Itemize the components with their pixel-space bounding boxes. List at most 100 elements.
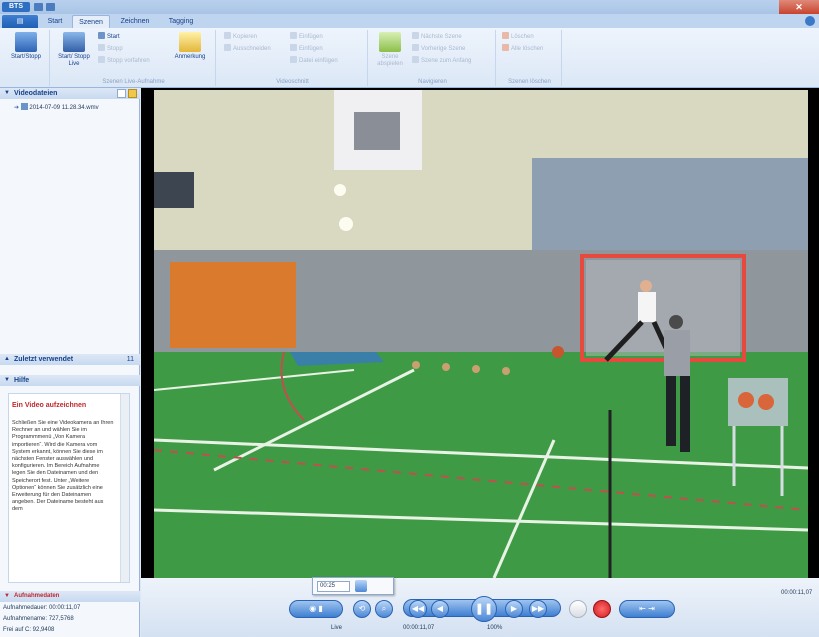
- scene-start-icon: [412, 56, 419, 63]
- go-icon[interactable]: [355, 580, 367, 592]
- arrow-right-icon: ➔: [14, 105, 20, 111]
- szene-zum-anfang-button[interactable]: Szene zum Anfang: [412, 56, 471, 65]
- forward-fast-button[interactable]: ▶▶: [529, 600, 547, 618]
- recent-header[interactable]: ▲ Zuletzt verwendet 11: [0, 354, 140, 365]
- help-scrollbar[interactable]: [120, 394, 129, 582]
- orange-mat: [170, 262, 296, 348]
- ribbon-group-navigieren: Szene abspielen Nächste Szene Vorherige …: [370, 30, 496, 86]
- record-button[interactable]: [593, 600, 611, 618]
- stop-forward-icon: [98, 56, 105, 63]
- stopp-vorfahren-button[interactable]: Stopp vorfahren: [98, 56, 150, 65]
- open-folder-icon[interactable]: [128, 89, 137, 98]
- record-off-icon[interactable]: [569, 600, 587, 618]
- collapse-arrow-icon: ▲: [4, 356, 10, 362]
- ribbon-tabs: ▤ Start Szenen Zeichnen Tagging: [0, 14, 819, 28]
- player-head: [669, 315, 683, 329]
- stopp-button[interactable]: Stopp: [98, 44, 123, 53]
- ball-icon: [502, 367, 510, 375]
- scene-nav-button[interactable]: ⇤ ⇥: [619, 600, 675, 618]
- video-scene: [154, 90, 808, 578]
- anmerkung-button[interactable]: Anmerkung: [168, 30, 212, 61]
- collapse-arrow-icon: ▼: [4, 90, 10, 96]
- datei-einfuegen-button[interactable]: Datei einfügen: [290, 56, 338, 65]
- live-label: Live: [331, 625, 343, 631]
- note-pencil-icon: [179, 32, 201, 52]
- player-leg: [680, 376, 690, 452]
- ribbon-group-record: Start/Stopp: [2, 30, 50, 86]
- time-popup: 00:25: [312, 577, 394, 595]
- start-button[interactable]: Start: [98, 32, 120, 41]
- ribbon: Start/Stopp Start/ Stopp Live Start Stop…: [0, 28, 819, 88]
- stop-icon: [98, 44, 105, 51]
- aufnahme-frei: Frei auf C: 92,9408: [3, 627, 55, 633]
- rewind-fast-button[interactable]: ◀◀: [409, 600, 427, 618]
- time-input[interactable]: 00:25: [317, 581, 350, 592]
- start-stopp-button[interactable]: Start/Stopp: [6, 30, 46, 61]
- collapse-arrow-icon: ▼: [4, 593, 10, 599]
- video-area: [141, 88, 819, 578]
- next-scene-icon: [412, 32, 419, 39]
- window-frame: [354, 112, 400, 150]
- prev-scene-icon: [412, 44, 419, 51]
- copy-icon: [224, 32, 231, 39]
- group-label-loeschen: Szenen löschen: [508, 79, 551, 85]
- help-header[interactable]: ▼ Hilfe: [0, 375, 140, 386]
- tab-szenen[interactable]: Szenen: [72, 15, 110, 28]
- einfuegen-2-button[interactable]: Einfügen: [290, 44, 323, 53]
- tab-zeichnen[interactable]: Zeichnen: [112, 15, 158, 28]
- player-leg: [666, 376, 676, 446]
- app-logo: BTS: [2, 2, 30, 12]
- zoom-level[interactable]: 100%: [487, 625, 502, 631]
- vorherige-szene-button[interactable]: Vorherige Szene: [412, 44, 465, 53]
- undo-icon[interactable]: [46, 3, 55, 11]
- file-insert-icon: [290, 56, 297, 63]
- recent-count: 11: [126, 356, 134, 363]
- title-bar: BTS ✕: [0, 0, 819, 14]
- tab-start[interactable]: Start: [40, 15, 70, 28]
- naechste-szene-button[interactable]: Nächste Szene: [412, 32, 462, 41]
- rewind-button[interactable]: ◀: [431, 600, 449, 618]
- help-content: Ein Video aufzeichnen Schließen Sie eine…: [8, 393, 130, 583]
- playback-controls: ◉ ▮ Live ⟲ ⌕ ◀◀ ◀ ❚❚ ▶ ▶▶ 00:00:11,07 10…: [141, 578, 819, 637]
- paste-icon: [290, 44, 297, 51]
- file-list-item[interactable]: ➔ 2014-07-09 11.28.34.wmv: [14, 103, 99, 111]
- ausschneiden-button[interactable]: Ausschneiden: [224, 44, 271, 53]
- player: [664, 330, 690, 376]
- einfuegen-button[interactable]: Einfügen: [290, 32, 323, 41]
- pause-button[interactable]: ❚❚: [471, 596, 497, 622]
- ball-icon: [442, 363, 450, 371]
- scoreboard: [154, 172, 194, 208]
- aufnahme-header[interactable]: ▼ Aufnahmedaten: [0, 591, 140, 602]
- kopieren-button[interactable]: Kopieren: [224, 32, 257, 41]
- play-icon: [98, 32, 105, 39]
- video-frame[interactable]: [154, 90, 808, 578]
- videodateien-header[interactable]: ▼ Videodateien: [0, 88, 140, 99]
- close-button[interactable]: ✕: [779, 0, 819, 14]
- camera-record-icon: [15, 32, 37, 52]
- live-button[interactable]: ◉ ▮: [289, 600, 343, 618]
- left-panel: ▼ Videodateien ➔ 2014-07-09 11.28.34.wmv…: [0, 88, 140, 637]
- ball-icon: [758, 394, 774, 410]
- ball-icon: [412, 361, 420, 369]
- help-text: Schließen Sie eine Videokamera an Ihren …: [12, 420, 114, 513]
- delete-icon: [502, 32, 509, 39]
- ball-icon: [552, 346, 564, 358]
- help-icon[interactable]: [805, 16, 815, 26]
- save-icon[interactable]: [34, 3, 43, 11]
- collapse-arrow-icon: ▼: [4, 377, 10, 383]
- alle-loeschen-button[interactable]: Alle löschen: [502, 44, 543, 53]
- szene-abspielen-button[interactable]: Szene abspielen: [372, 30, 408, 68]
- ball-icon: [738, 392, 754, 408]
- file-menu-button[interactable]: ▤: [2, 15, 38, 28]
- cut-icon: [224, 44, 231, 51]
- new-file-icon[interactable]: [117, 89, 126, 98]
- tab-tagging[interactable]: Tagging: [160, 15, 202, 28]
- ribbon-group-videoschnitt: Kopieren Ausschneiden Einfügen Einfügen …: [218, 30, 368, 86]
- forward-button[interactable]: ▶: [505, 600, 523, 618]
- timecode: 00:00:11,07: [403, 625, 435, 631]
- scene-play-icon: [379, 32, 401, 52]
- loeschen-button[interactable]: Löschen: [502, 32, 534, 41]
- sync-icon[interactable]: ⟲: [353, 600, 371, 618]
- start-stopp-live-button[interactable]: Start/ Stopp Live: [54, 30, 94, 68]
- search-icon[interactable]: ⌕: [375, 600, 393, 618]
